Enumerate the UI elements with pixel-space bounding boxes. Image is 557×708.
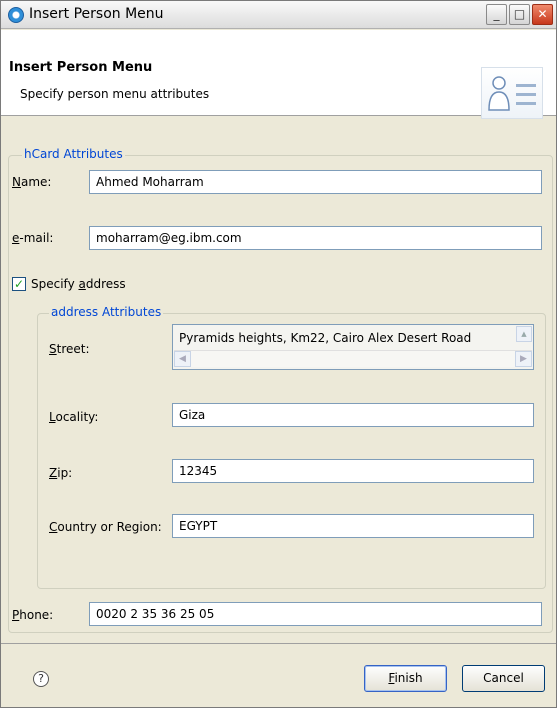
person-menu-icon	[481, 67, 543, 119]
address-group-label: address Attributes	[49, 305, 164, 319]
email-field[interactable]: moharram@eg.ibm.com	[89, 226, 542, 250]
horizontal-scrollbar[interactable]: ◀ ▶	[174, 350, 532, 367]
email-label: e-mail:	[12, 231, 54, 245]
hcard-group-label: hCard Attributes	[22, 147, 125, 161]
banner-subtitle: Specify person menu attributes	[20, 87, 210, 101]
locality-label: Locality:	[49, 410, 99, 424]
close-button[interactable]: ✕	[532, 4, 553, 25]
window-title: Insert Person Menu	[29, 6, 164, 22]
scroll-right-icon[interactable]: ▶	[515, 351, 532, 367]
phone-label: Phone:	[12, 608, 54, 622]
phone-field[interactable]: 0020 2 35 36 25 05	[89, 602, 542, 626]
zip-field[interactable]: 12345	[172, 459, 534, 483]
street-textarea[interactable]: Pyramids heights, Km22, Cairo Alex Deser…	[172, 324, 534, 370]
zip-label: Zip:	[49, 466, 73, 480]
help-icon[interactable]: ?	[33, 671, 49, 687]
maximize-button[interactable]: □	[509, 4, 530, 25]
specify-address-label[interactable]: Specify address	[31, 277, 126, 291]
specify-address-checkbox[interactable]: ✓	[12, 277, 26, 291]
minimize-button[interactable]: _	[486, 4, 507, 25]
locality-field[interactable]: Giza	[172, 403, 534, 427]
street-label: Street:	[49, 342, 90, 356]
footer-separator	[1, 643, 556, 644]
cancel-button[interactable]: Cancel	[462, 665, 545, 692]
app-icon	[8, 7, 24, 23]
name-label: Name:	[12, 175, 52, 189]
country-field[interactable]: EGYPT	[172, 514, 534, 538]
dialog-banner: Insert Person Menu Specify person menu a…	[1, 30, 556, 119]
insert-person-dialog: Insert Person Menu _ □ ✕ Insert Person M…	[0, 0, 557, 708]
scroll-up-icon[interactable]: ▲	[516, 326, 532, 342]
title-bar[interactable]: Insert Person Menu _ □ ✕	[1, 1, 556, 29]
street-value: Pyramids heights, Km22, Cairo Alex Deser…	[179, 331, 472, 345]
banner-title: Insert Person Menu	[9, 60, 153, 75]
country-label: Country or Region:	[49, 520, 162, 534]
finish-button[interactable]: Finish	[364, 665, 447, 692]
name-field[interactable]: Ahmed Moharram	[89, 170, 542, 194]
scroll-left-icon[interactable]: ◀	[174, 351, 191, 367]
